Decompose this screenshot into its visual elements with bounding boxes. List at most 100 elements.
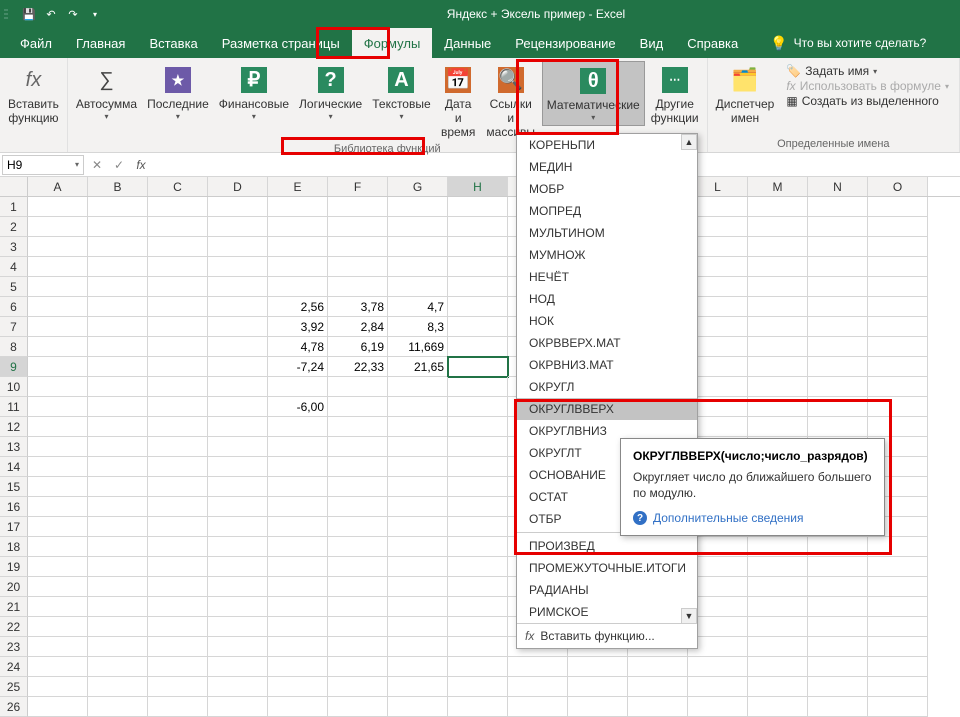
cell-N26[interactable] [808,697,868,717]
cell-N3[interactable] [808,237,868,257]
cell-H26[interactable] [448,697,508,717]
cell-A23[interactable] [28,637,88,657]
cell-G14[interactable] [388,457,448,477]
cell-F4[interactable] [328,257,388,277]
cell-A12[interactable] [28,417,88,437]
cell-C9[interactable] [148,357,208,377]
cell-G25[interactable] [388,677,448,697]
cell-L25[interactable] [688,677,748,697]
cell-H12[interactable] [448,417,508,437]
cell-G3[interactable] [388,237,448,257]
row-header-24[interactable]: 24 [0,657,28,677]
dropdown-item[interactable]: МУМНОЖ [517,244,697,266]
dropdown-item[interactable]: ОКРУГЛ [517,376,697,398]
cell-M3[interactable] [748,237,808,257]
cell-E22[interactable] [268,617,328,637]
cell-B9[interactable] [88,357,148,377]
cell-E1[interactable] [268,197,328,217]
cell-N20[interactable] [808,577,868,597]
dropdown-item[interactable]: ОКРУГЛВВЕРХ [517,398,697,420]
cell-C5[interactable] [148,277,208,297]
cell-A5[interactable] [28,277,88,297]
cell-D26[interactable] [208,697,268,717]
cell-K24[interactable] [628,657,688,677]
dropdown-item[interactable]: МОБР [517,178,697,200]
cell-F25[interactable] [328,677,388,697]
cell-E26[interactable] [268,697,328,717]
col-header-G[interactable]: G [388,177,448,196]
logical-button[interactable]: ?Логические▾ [295,61,366,124]
col-header-F[interactable]: F [328,177,388,196]
cell-G6[interactable]: 4,7 [388,297,448,317]
col-header-E[interactable]: E [268,177,328,196]
cell-A17[interactable] [28,517,88,537]
cell-D1[interactable] [208,197,268,217]
cell-O5[interactable] [868,277,928,297]
cell-A6[interactable] [28,297,88,317]
text-button[interactable]: AТекстовые▾ [368,61,434,124]
row-header-5[interactable]: 5 [0,277,28,297]
cell-A1[interactable] [28,197,88,217]
cell-B25[interactable] [88,677,148,697]
row-header-13[interactable]: 13 [0,437,28,457]
cell-F12[interactable] [328,417,388,437]
cell-B13[interactable] [88,437,148,457]
cell-A20[interactable] [28,577,88,597]
use-in-formula-button[interactable]: fxИспользовать в формуле ▾ [786,79,949,93]
cell-H14[interactable] [448,457,508,477]
cell-H15[interactable] [448,477,508,497]
cell-A26[interactable] [28,697,88,717]
cell-B12[interactable] [88,417,148,437]
cell-H24[interactable] [448,657,508,677]
cell-O18[interactable] [868,537,928,557]
cell-D6[interactable] [208,297,268,317]
cell-A10[interactable] [28,377,88,397]
cell-M8[interactable] [748,337,808,357]
tooltip-help-link[interactable]: ? Дополнительные сведения [633,511,872,525]
cell-M19[interactable] [748,557,808,577]
cell-O7[interactable] [868,317,928,337]
scroll-down-icon[interactable]: ▼ [681,608,697,624]
cell-D14[interactable] [208,457,268,477]
cell-F20[interactable] [328,577,388,597]
cell-H7[interactable] [448,317,508,337]
cell-B2[interactable] [88,217,148,237]
cell-B19[interactable] [88,557,148,577]
tab-insert[interactable]: Вставка [137,28,209,58]
cell-N4[interactable] [808,257,868,277]
row-header-4[interactable]: 4 [0,257,28,277]
cell-G21[interactable] [388,597,448,617]
qat-customize-icon[interactable]: ▾ [86,5,104,23]
tab-layout[interactable]: Разметка страницы [210,28,352,58]
cell-H21[interactable] [448,597,508,617]
cell-A2[interactable] [28,217,88,237]
dropdown-item[interactable]: РИМСКОЕ [517,601,697,623]
col-header-B[interactable]: B [88,177,148,196]
cell-G1[interactable] [388,197,448,217]
row-header-16[interactable]: 16 [0,497,28,517]
cell-F22[interactable] [328,617,388,637]
cell-D11[interactable] [208,397,268,417]
cell-O23[interactable] [868,637,928,657]
dropdown-item[interactable]: ОКРВНИЗ.МАТ [517,354,697,376]
define-name-button[interactable]: 🏷️Задать имя ▾ [786,64,949,78]
math-button[interactable]: θМатематические▾ [542,61,645,126]
dropdown-item[interactable]: НОК [517,310,697,332]
cell-F26[interactable] [328,697,388,717]
cell-M21[interactable] [748,597,808,617]
cell-O9[interactable] [868,357,928,377]
insert-function-link[interactable]: fxВставить функцию... [517,623,697,648]
cell-D19[interactable] [208,557,268,577]
row-header-2[interactable]: 2 [0,217,28,237]
save-icon[interactable]: 💾 [20,5,38,23]
cell-B8[interactable] [88,337,148,357]
cell-B5[interactable] [88,277,148,297]
cell-E18[interactable] [268,537,328,557]
cell-C11[interactable] [148,397,208,417]
cell-B20[interactable] [88,577,148,597]
cell-F2[interactable] [328,217,388,237]
row-header-20[interactable]: 20 [0,577,28,597]
cell-G2[interactable] [388,217,448,237]
cell-E8[interactable]: 4,78 [268,337,328,357]
cell-A21[interactable] [28,597,88,617]
